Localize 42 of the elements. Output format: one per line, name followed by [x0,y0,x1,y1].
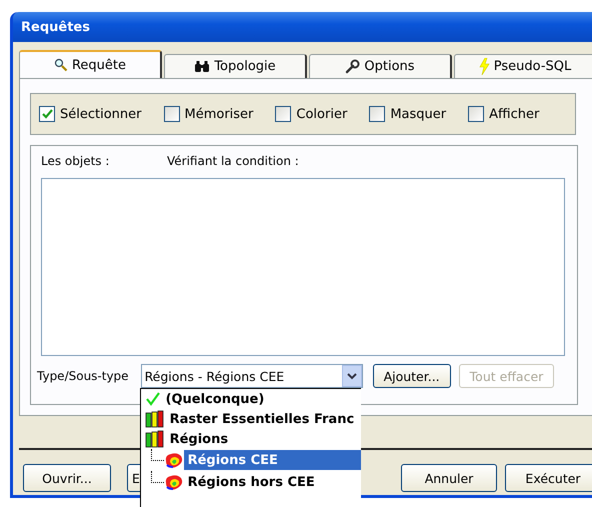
map-icon [164,452,184,468]
dropdown-item[interactable]: Raster Essentielles Franc [140,409,361,429]
checkbox[interactable] [39,106,55,122]
tab[interactable]: Pseudo-SQL [454,54,592,78]
footer-button[interactable]: Ouvrir... [23,464,111,492]
dropdown-item[interactable]: Régions CEE [184,450,361,470]
checkmark-icon [42,109,52,119]
wrench-icon [345,59,360,74]
checkbox[interactable] [468,106,484,122]
checkbox-option[interactable]: Afficher [468,106,540,122]
checkbox[interactable] [369,106,386,122]
option-label: Mémoriser [184,106,254,122]
books-icon [144,430,165,448]
footer-button[interactable]: Annuler [401,464,497,492]
tab[interactable]: Requête [19,50,162,78]
column-header: Vérifiant la condition : [167,154,299,168]
dropdown-item[interactable]: Régions hors CEE [184,472,361,492]
option-label: Afficher [489,106,540,122]
action-button[interactable]: Ajouter... [372,364,451,388]
window-title: Requêtes [21,20,90,34]
books-icon [144,410,165,428]
column-header: Les objets : [41,154,110,168]
dropdown-item[interactable]: (Quelconque) [140,389,361,409]
checkbox-option[interactable]: Mémoriser [164,106,254,122]
type-label: Type/Sous-type [37,369,129,383]
option-label: Colorier [296,106,348,122]
footer-button[interactable]: Exécuter [505,464,592,492]
dropdown-item[interactable]: Régions [140,429,361,449]
checkbox[interactable] [164,106,180,122]
map-icon [164,474,184,490]
checkmark-icon [144,392,161,406]
magnifier-icon [54,58,68,72]
lightning-icon [478,58,490,75]
checkbox-option[interactable]: Colorier [275,106,348,122]
checkbox-option[interactable]: Sélectionner [39,106,142,122]
tab[interactable]: Topologie [164,54,307,78]
binoculars-icon [194,60,210,73]
option-label: Masquer [390,106,446,122]
checkbox[interactable] [275,106,292,122]
tab[interactable]: Options [309,54,452,78]
checkbox-option[interactable]: Masquer [369,106,446,122]
option-label: Sélectionner [60,106,142,122]
